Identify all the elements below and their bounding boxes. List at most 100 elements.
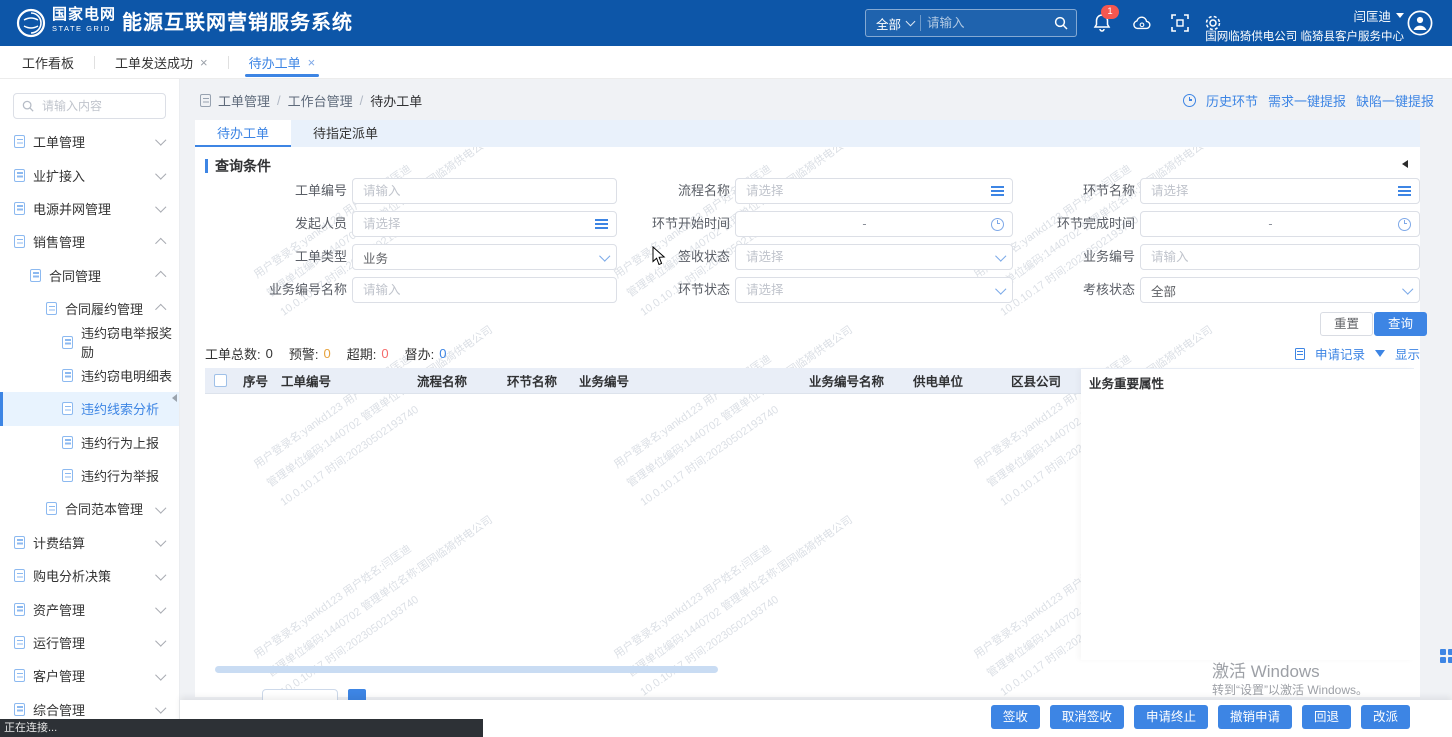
sidebar-item-grid-connection[interactable]: 电源并网管理 xyxy=(0,192,179,225)
step-status-select[interactable] xyxy=(735,277,1013,303)
notification-badge: 1 xyxy=(1101,5,1119,19)
sign-status-field[interactable] xyxy=(744,249,991,265)
cloud-icon[interactable] xyxy=(1132,13,1152,33)
collapse-arrow-icon[interactable] xyxy=(1402,160,1408,168)
tab-waiting-assign[interactable]: 待指定派单 xyxy=(291,120,400,147)
content-tab-strip: 待办工单 待指定派单 xyxy=(195,120,1420,147)
tab-todo-orders[interactable]: 待办工单 × xyxy=(244,46,320,79)
sign-status-select[interactable] xyxy=(735,244,1013,270)
sidebar-item-label: 工单管理 xyxy=(33,135,86,151)
list-picker-icon[interactable] xyxy=(595,218,608,230)
tab-order-sent[interactable]: 工单发送成功 × xyxy=(111,46,212,79)
order-no-input[interactable] xyxy=(352,178,617,204)
close-icon[interactable]: × xyxy=(200,56,208,69)
business-no-name-input[interactable] xyxy=(352,277,617,303)
defect-report-link[interactable]: 缺陷一键提报 xyxy=(1356,91,1434,110)
step-end-time-field[interactable] xyxy=(1149,216,1392,232)
sidebar-item-sales-mgmt[interactable]: 销售管理 xyxy=(0,225,179,258)
sidebar-item-theft-detail[interactable]: 违约窃电明细表 xyxy=(0,359,179,392)
process-name-picker[interactable] xyxy=(735,178,1013,204)
initiator-field[interactable] xyxy=(361,216,589,232)
order-type-field[interactable] xyxy=(361,249,595,265)
total-label: 工单总数: xyxy=(205,347,261,362)
sidebar-item-violation-report[interactable]: 违约行为举报 xyxy=(0,459,179,492)
list-picker-icon[interactable] xyxy=(1398,185,1411,197)
horizontal-scrollbar[interactable] xyxy=(215,666,718,673)
sidebar-item-billing[interactable]: 计费结算 xyxy=(0,526,179,559)
global-search: 全部 xyxy=(865,9,1077,37)
sidebar-item-label: 销售管理 xyxy=(33,235,86,251)
sidebar-search-input[interactable] xyxy=(40,98,157,114)
breadcrumb-item[interactable]: 工单管理 xyxy=(218,91,270,110)
sign-button[interactable]: 签收 xyxy=(990,705,1040,729)
reset-button[interactable]: 重置 xyxy=(1320,312,1374,336)
search-input[interactable] xyxy=(921,16,1054,30)
sidebar-item-order-mgmt[interactable]: 工单管理 xyxy=(0,125,179,158)
field-label: 环节状态 xyxy=(677,282,730,297)
document-icon xyxy=(14,669,25,683)
assess-status-select[interactable] xyxy=(1140,277,1420,303)
chevron-up-icon xyxy=(154,304,166,316)
list-picker-icon[interactable] xyxy=(991,185,1004,197)
search-icon[interactable] xyxy=(1054,16,1068,30)
document-icon xyxy=(14,201,25,215)
business-no-field[interactable] xyxy=(1149,249,1411,265)
sidebar-item-operation-mgmt[interactable]: 运行管理 xyxy=(0,626,179,659)
sidebar-item-purchase-analysis[interactable]: 购电分析决策 xyxy=(0,559,179,592)
business-no-name-field[interactable] xyxy=(361,282,608,298)
close-icon[interactable]: × xyxy=(308,56,316,69)
scan-icon[interactable] xyxy=(1170,13,1190,33)
search-scope-select[interactable]: 全部 xyxy=(866,14,920,33)
step-end-time-range[interactable] xyxy=(1140,211,1420,237)
process-name-field[interactable] xyxy=(744,183,985,199)
order-type-select[interactable] xyxy=(352,244,617,270)
sidebar-item-contract-mgmt[interactable]: 合同管理 xyxy=(0,259,179,292)
reassign-button[interactable]: 改派 xyxy=(1360,705,1410,729)
order-no-field[interactable] xyxy=(361,183,608,199)
sidebar-item-contract-template[interactable]: 合同范本管理 xyxy=(0,492,179,525)
business-no-input[interactable] xyxy=(1140,244,1420,270)
rollback-button[interactable]: 回退 xyxy=(1301,705,1351,729)
grid-widget-icon[interactable] xyxy=(1440,649,1452,665)
step-start-time-field[interactable] xyxy=(744,216,985,232)
sidebar-collapse-handle[interactable] xyxy=(172,394,177,402)
avatar[interactable] xyxy=(1407,10,1433,36)
assess-status-field[interactable] xyxy=(1149,282,1398,298)
sidebar-item-customer-mgmt[interactable]: 客户管理 xyxy=(0,659,179,692)
apply-terminate-button[interactable]: 申请终止 xyxy=(1133,705,1208,729)
demand-report-link[interactable]: 需求一键提报 xyxy=(1268,91,1346,110)
divider xyxy=(227,55,229,69)
initiator-picker[interactable] xyxy=(352,211,617,237)
user-block[interactable]: 闫匡迪 国网临猗供电公司 临猗县客户服务中心 xyxy=(1205,6,1404,44)
select-all-checkbox[interactable] xyxy=(213,374,227,387)
overdue-label: 超期: xyxy=(346,347,377,362)
sidebar-item-asset-mgmt[interactable]: 资产管理 xyxy=(0,592,179,625)
tab-work-board[interactable]: 工作看板 xyxy=(18,46,78,79)
tab-todo[interactable]: 待办工单 xyxy=(195,120,292,147)
sidebar-item-label: 计费结算 xyxy=(33,535,86,551)
document-icon xyxy=(14,702,25,716)
search-button[interactable]: 查询 xyxy=(1374,312,1428,336)
cancel-sign-button[interactable]: 取消签收 xyxy=(1049,705,1124,729)
step-name-field[interactable] xyxy=(1149,183,1392,199)
step-start-time-range[interactable] xyxy=(735,211,1013,237)
step-status-field[interactable] xyxy=(744,282,991,298)
chevron-down-icon xyxy=(1396,13,1404,18)
history-steps-link[interactable]: 历史环节 xyxy=(1206,91,1258,110)
divider xyxy=(94,55,96,69)
apply-records-link[interactable]: 申请记录 xyxy=(1315,344,1365,363)
sidebar-item-label: 违约窃电举报奖励 xyxy=(81,326,173,361)
revoke-apply-button[interactable]: 撤销申请 xyxy=(1217,705,1292,729)
chevron-down-icon xyxy=(154,168,166,179)
step-name-picker[interactable] xyxy=(1140,178,1420,204)
warn-label: 预警: xyxy=(288,347,319,362)
sidebar-item-violation-report-up[interactable]: 违约行为上报 xyxy=(0,426,179,459)
display-link[interactable]: 显示 xyxy=(1395,344,1420,363)
sidebar-item-contract-performance[interactable]: 合同履约管理 xyxy=(0,292,179,325)
document-icon xyxy=(200,94,211,107)
breadcrumb-item[interactable]: 工作台管理 xyxy=(288,91,353,110)
sidebar-item-report-reward[interactable]: 违约窃电举报奖励 xyxy=(0,325,179,361)
user-name: 闫匡迪 xyxy=(1353,10,1391,24)
sidebar-item-clue-analysis[interactable]: 违约线索分析 xyxy=(0,392,179,426)
sidebar-item-expansion-access[interactable]: 业扩接入 xyxy=(0,158,179,191)
